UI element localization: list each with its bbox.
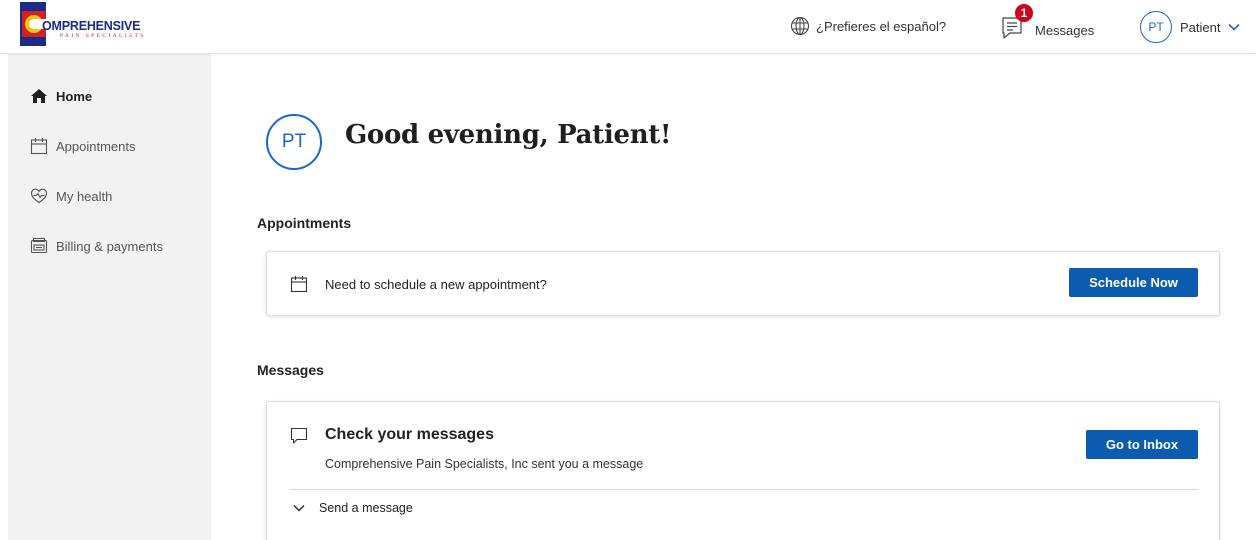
header-messages-label: Messages <box>1035 23 1095 38</box>
chevron-down-icon <box>1228 23 1241 31</box>
sidebar-item-label: My health <box>56 188 113 204</box>
user-menu[interactable]: PT Patient <box>1140 11 1241 43</box>
appointments-section-title: Appointments <box>257 215 352 231</box>
divider <box>290 489 1198 490</box>
message-icon: 1 <box>1001 4 1033 42</box>
sidebar-item-label: Appointments <box>56 138 136 154</box>
messages-card-title: Check your messages <box>325 426 494 443</box>
home-icon <box>31 89 47 103</box>
go-to-inbox-button[interactable]: Go to Inbox <box>1086 430 1198 459</box>
messages-card: Check your messages Comprehensive Pain S… <box>266 401 1220 540</box>
sidebar-item-label: Billing & payments <box>56 238 163 254</box>
top-header: OMPREHENSIVE PAIN SPECIALISTS ¿Prefieres… <box>0 0 1256 54</box>
sidebar: Home Appointments My health Billing & pa… <box>8 54 211 540</box>
sidebar-item-my-health[interactable]: My health <box>30 187 112 205</box>
messages-card-subtitle: Comprehensive Pain Specialists, Inc sent… <box>325 457 644 471</box>
chat-bubble-icon <box>290 427 308 444</box>
unread-count-badge: 1 <box>1015 4 1033 22</box>
logo[interactable]: OMPREHENSIVE PAIN SPECIALISTS <box>20 2 165 46</box>
calendar-icon <box>30 138 48 155</box>
send-message-label: Send a message <box>319 501 413 515</box>
page-title: Good evening, Patient! <box>345 120 672 150</box>
logo-wordmark: OMPREHENSIVE <box>42 19 141 33</box>
schedule-now-button[interactable]: Schedule Now <box>1069 268 1198 297</box>
chevron-down-icon <box>293 504 305 512</box>
messages-section-title: Messages <box>257 362 324 378</box>
avatar: PT <box>1140 11 1172 43</box>
greeting-avatar: PT <box>266 114 322 170</box>
language-toggle-label: ¿Prefieres el español? <box>816 18 947 34</box>
sidebar-item-label: Home <box>56 88 93 104</box>
logo-tagline: PAIN SPECIALISTS <box>60 33 146 39</box>
heart-pulse-icon <box>30 188 48 204</box>
header-messages-link[interactable]: 1 Messages <box>1001 4 1095 42</box>
billing-icon <box>30 237 48 254</box>
send-message-toggle[interactable]: Send a message <box>293 501 413 515</box>
appointment-prompt: Need to schedule a new appointment? <box>325 277 547 292</box>
sidebar-item-billing[interactable]: Billing & payments <box>30 237 163 255</box>
globe-icon <box>790 16 810 36</box>
sidebar-item-appointments[interactable]: Appointments <box>30 137 136 155</box>
appointment-card: Need to schedule a new appointment? Sche… <box>266 251 1220 316</box>
calendar-icon <box>290 276 308 293</box>
user-name: Patient <box>1180 19 1221 35</box>
language-toggle-link[interactable]: ¿Prefieres el español? <box>790 16 946 36</box>
sidebar-item-home[interactable]: Home <box>30 87 92 105</box>
